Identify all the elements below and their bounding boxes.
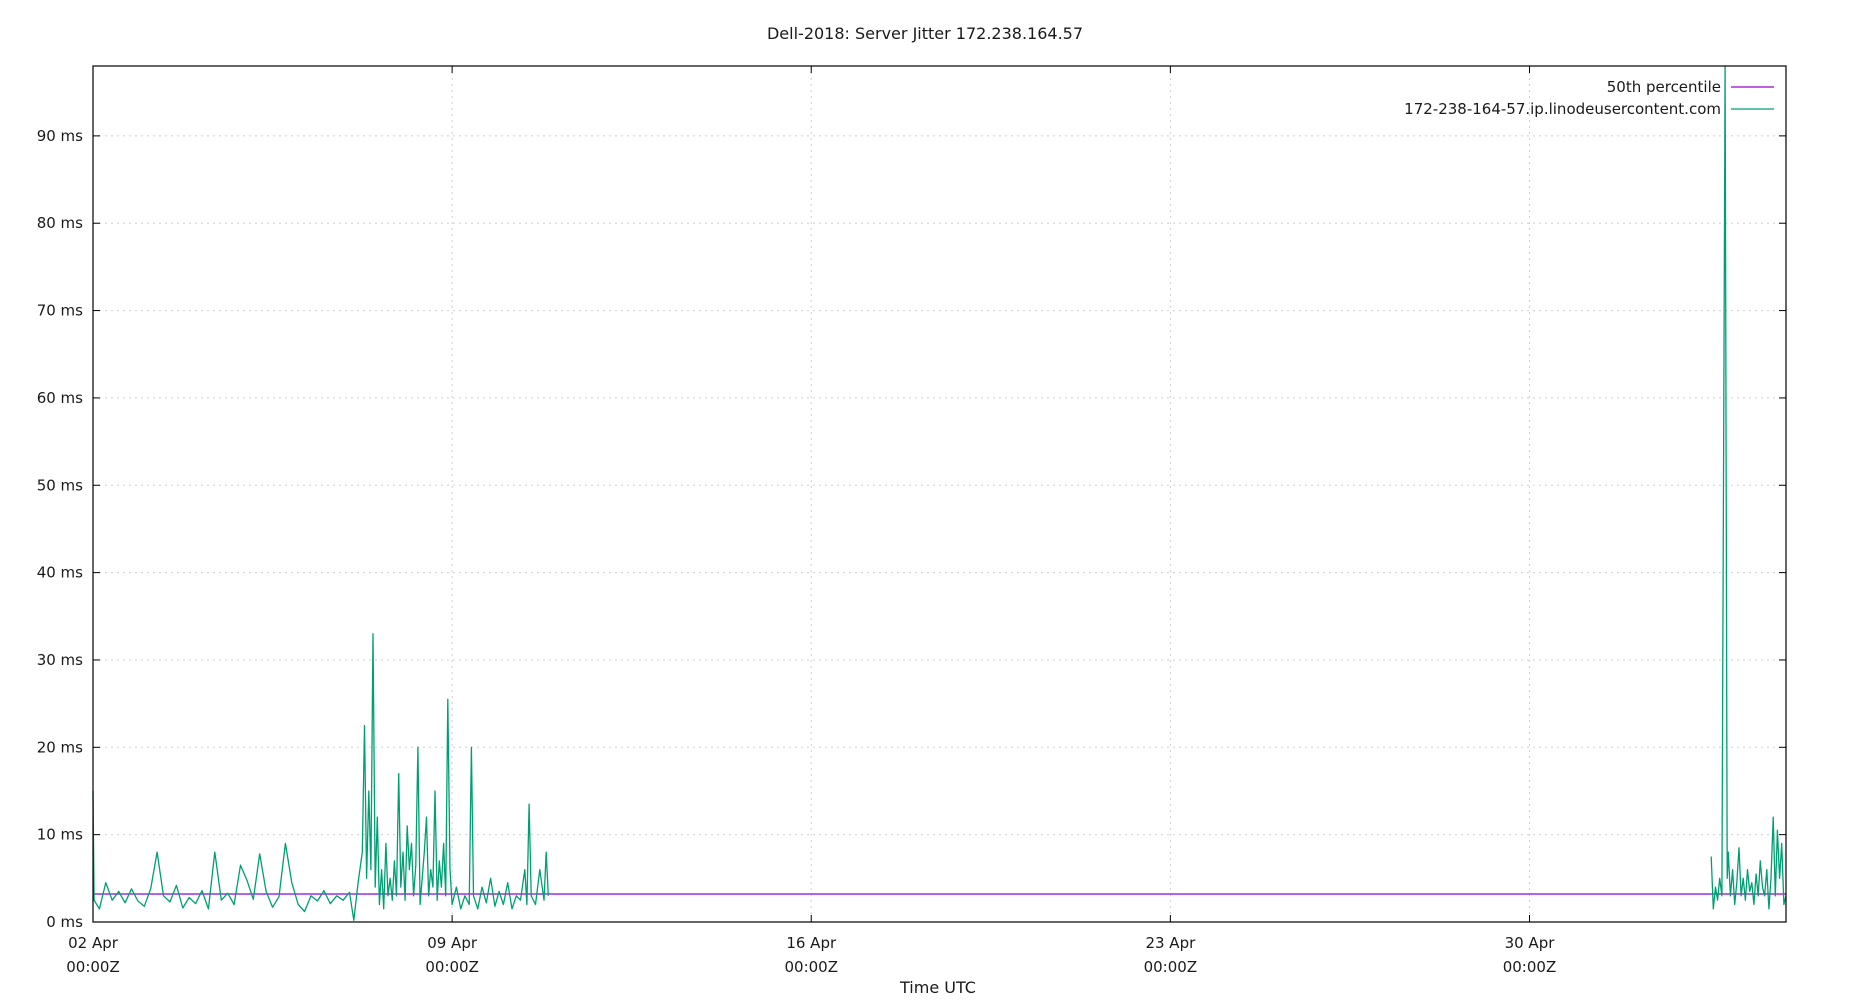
chart-title: Dell-2018: Server Jitter 172.238.164.57 xyxy=(767,24,1083,43)
x-tick-label-date: 16 Apr xyxy=(786,934,837,952)
jitter-chart: Dell-2018: Server Jitter 172.238.164.57 … xyxy=(37,24,1787,997)
y-tick-label: 50 ms xyxy=(37,476,83,494)
x-tick-label-time: 00:00Z xyxy=(1144,958,1198,976)
y-tick-label: 40 ms xyxy=(37,564,83,582)
x-tick-label-time: 00:00Z xyxy=(784,958,838,976)
x-tick-label-date: 02 Apr xyxy=(68,934,119,952)
x-tick-label-time: 00:00Z xyxy=(1503,958,1557,976)
x-tick-label-date: 09 Apr xyxy=(427,934,478,952)
x-tick-label-date: 30 Apr xyxy=(1505,934,1556,952)
y-tick-label: 90 ms xyxy=(37,127,83,145)
series-line xyxy=(1710,65,1787,910)
legend: 50th percentile 172-238-164-57.ip.linodeu… xyxy=(1404,78,1774,118)
y-tick-label: 10 ms xyxy=(37,826,83,844)
x-tick-label-time: 00:00Z xyxy=(66,958,120,976)
x-tick-label-time: 00:00Z xyxy=(425,958,479,976)
legend-label: 172-238-164-57.ip.linodeusercontent.com xyxy=(1404,100,1721,118)
x-tick-label-date: 23 Apr xyxy=(1145,934,1196,952)
grid-lines xyxy=(93,66,1786,922)
y-axis-tick-labels: 0 ms 10 ms 20 ms 30 ms 40 ms 50 ms 60 ms 70 ms 8… xyxy=(37,127,83,931)
plot-area-frame xyxy=(92,65,1787,923)
y-tick-label: 0 ms xyxy=(46,913,83,931)
x-axis-label: Time UTC xyxy=(899,978,976,997)
legend-label: 50th percentile xyxy=(1607,78,1721,96)
x-axis-tick-labels: 02 Apr 00:00Z 09 Apr 00:00Z 16 Apr 00:00Z 23 A… xyxy=(66,934,1556,976)
y-tick-label: 30 ms xyxy=(37,651,83,669)
y-tick-label: 60 ms xyxy=(37,389,83,407)
series-line xyxy=(92,633,549,921)
y-tick-label: 70 ms xyxy=(37,302,83,320)
y-tick-label: 80 ms xyxy=(37,214,83,232)
data-series xyxy=(92,65,1787,921)
y-tick-label: 20 ms xyxy=(37,738,83,756)
axis-ticks xyxy=(92,66,1786,923)
